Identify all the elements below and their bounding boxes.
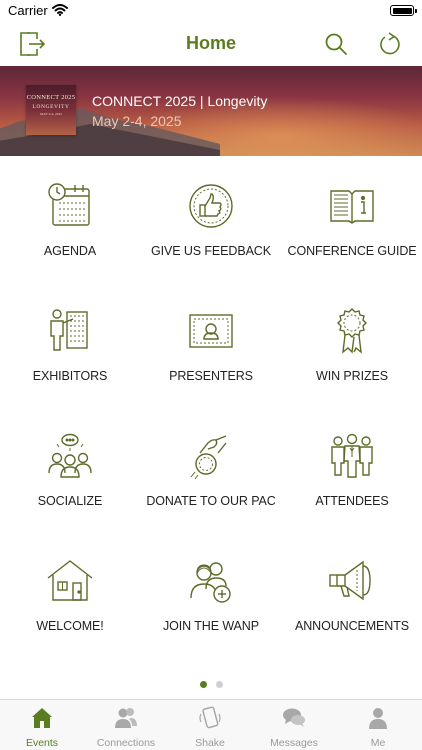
tile-socialize[interactable]: SOCIALIZE <box>0 406 140 531</box>
thumb-date: MAY 2-4, 2025 <box>39 112 62 116</box>
tab-events[interactable]: Events <box>0 700 84 750</box>
tab-label: Me <box>370 737 386 749</box>
info-book-icon <box>330 190 374 224</box>
tile-feedback[interactable]: GIVE US FEEDBACK <box>141 156 281 281</box>
tab-messages[interactable]: Messages <box>252 700 336 750</box>
tab-me[interactable]: Me <box>336 700 420 750</box>
nav-bar: Home <box>0 22 422 66</box>
tab-label: Shake <box>195 737 225 749</box>
tile-conference-guide[interactable]: CONFERENCE GUIDE <box>282 156 422 281</box>
tile-label: ATTENDEES <box>315 494 389 508</box>
tile-label: WELCOME! <box>36 619 104 633</box>
donate-coin-icon <box>190 435 227 480</box>
attendees-group-icon <box>331 433 373 478</box>
status-bar: Carrier <box>0 0 422 22</box>
tile-label: PRESENTERS <box>169 369 253 383</box>
tab-label: Messages <box>270 737 318 749</box>
event-thumbnail: CONNECT 2025 LONGEVITY MAY 2-4, 2025 <box>26 85 76 135</box>
home-icon <box>32 708 52 728</box>
messages-icon <box>283 708 305 727</box>
page-dot-active[interactable] <box>199 681 207 688</box>
shake-phone-icon <box>199 706 221 729</box>
tile-label: WIN PRIZES <box>316 369 388 383</box>
event-banner[interactable]: CONNECT 2025 LONGEVITY MAY 2-4, 2025 CON… <box>0 66 422 156</box>
page-title: Home <box>185 33 236 53</box>
tile-agenda[interactable]: AGENDA <box>0 156 140 281</box>
tile-attendees[interactable]: ATTENDEES <box>282 406 422 531</box>
thumb-title: CONNECT 2025 <box>26 94 76 101</box>
refresh-button[interactable] <box>374 28 406 60</box>
calendar-clock-icon <box>48 183 90 226</box>
presenter-portrait-icon <box>189 314 233 348</box>
house-icon <box>47 560 93 601</box>
tile-label: DONATE TO OUR PAC <box>146 494 276 508</box>
tile-label: EXHIBITORS <box>32 369 108 383</box>
thumbs-up-icon <box>189 184 233 228</box>
award-ribbon-icon <box>337 308 367 354</box>
carrier-label: Carrier <box>8 3 48 18</box>
tile-label: SOCIALIZE <box>37 494 103 508</box>
tile-win-prizes[interactable]: WIN PRIZES <box>282 281 422 406</box>
battery-icon <box>390 5 417 16</box>
people-chat-icon <box>48 433 92 478</box>
tile-exhibitors[interactable]: EXHIBITORS <box>0 281 140 406</box>
tab-label: Connections <box>96 737 156 749</box>
megaphone-icon <box>329 560 371 601</box>
tile-announcements[interactable]: ANNOUNCEMENTS <box>282 531 422 656</box>
wifi-icon <box>52 3 68 21</box>
event-title: CONNECT 2025 | Longevity <box>92 93 268 109</box>
presenter-board-icon <box>50 309 88 351</box>
connections-icon <box>115 708 137 728</box>
tab-connections[interactable]: Connections <box>84 700 168 750</box>
tile-label: ANNOUNCEMENTS <box>295 619 409 633</box>
person-icon <box>369 708 387 729</box>
search-icon <box>325 33 347 55</box>
tile-join-wanp[interactable]: JOIN THE WANP <box>141 531 281 656</box>
event-date: May 2-4, 2025 <box>92 113 182 129</box>
thumb-subtitle: LONGEVITY <box>32 104 70 110</box>
tile-label: AGENDA <box>43 244 97 258</box>
search-button[interactable] <box>320 28 352 60</box>
tile-donate[interactable]: DONATE TO OUR PAC <box>141 406 281 531</box>
refresh-icon <box>380 32 400 55</box>
tab-bar: Events Connections Shake Messages Me <box>0 699 422 750</box>
page-indicator[interactable] <box>0 681 422 688</box>
tile-presenters[interactable]: PRESENTERS <box>141 281 281 406</box>
tab-shake[interactable]: Shake <box>168 700 252 750</box>
join-group-icon <box>190 562 231 603</box>
tile-label: CONFERENCE GUIDE <box>287 244 417 258</box>
tile-welcome[interactable]: WELCOME! <box>0 531 140 656</box>
tile-label: GIVE US FEEDBACK <box>151 244 271 258</box>
page-dot[interactable] <box>215 681 223 688</box>
tab-label: Events <box>25 737 59 749</box>
tile-label: JOIN THE WANP <box>163 619 259 633</box>
